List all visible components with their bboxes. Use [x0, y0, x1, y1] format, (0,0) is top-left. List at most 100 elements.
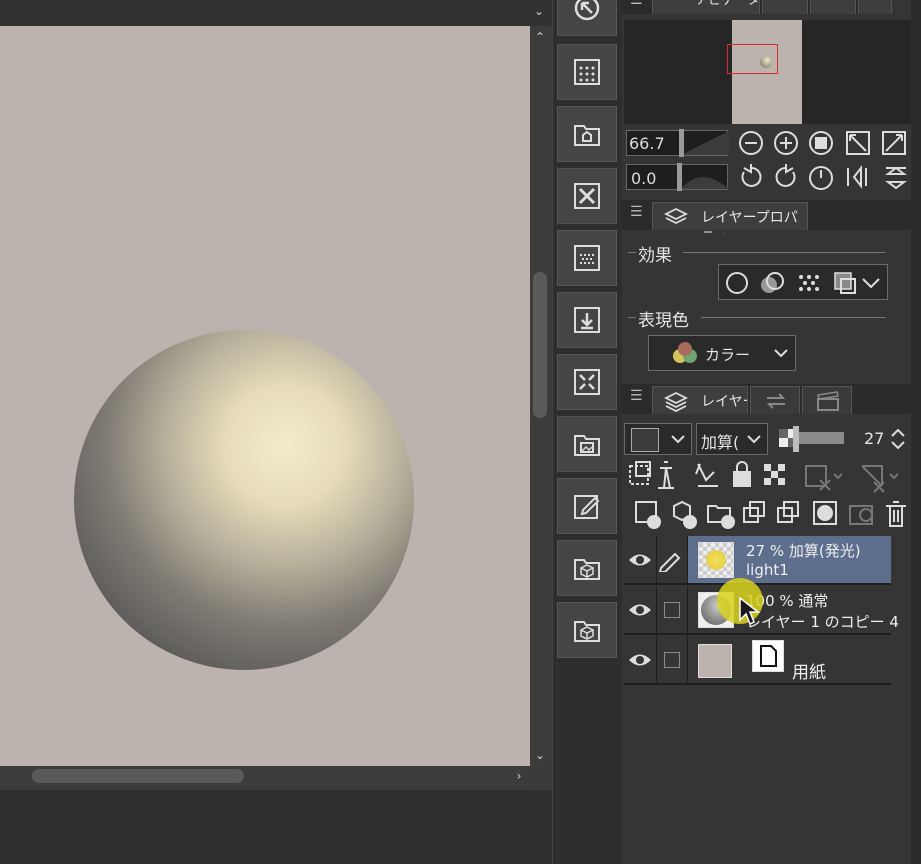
reference-layer-icon: [658, 461, 674, 489]
scroll-right-icon[interactable]: ›: [510, 767, 528, 785]
tab-history[interactable]: [750, 386, 800, 414]
blend-mode-select[interactable]: 加算(: [696, 423, 768, 455]
navigator-preview[interactable]: [624, 20, 911, 124]
tab-navigator[interactable]: ナビゲーター: [652, 0, 760, 14]
edit-pencil-icon: [574, 495, 600, 519]
layer-name: 用紙: [792, 663, 826, 683]
canvas-paper[interactable]: [0, 26, 530, 766]
navigator-view-frame[interactable]: [727, 44, 778, 74]
effect-icons: [726, 272, 880, 294]
navigate-icon: [574, 0, 600, 21]
blend-mode-value: 加算(: [701, 433, 740, 452]
visibility-toggle[interactable]: [624, 636, 656, 683]
history-icon: [766, 393, 786, 409]
chevron-down-icon: [747, 435, 761, 444]
layer-property-icon: [663, 207, 689, 225]
import-down-icon: [574, 307, 600, 333]
expand-tool-button[interactable]: [557, 354, 617, 410]
folder-tool-button[interactable]: [557, 106, 617, 162]
layer-row-paper[interactable]: 用紙: [624, 636, 891, 685]
pattern-tool-button[interactable]: [557, 230, 617, 286]
layer-lock-toolbar: [629, 461, 899, 493]
zoom-slider-ramp: [681, 131, 729, 155]
menu-grip-icon[interactable]: ☰: [630, 388, 643, 404]
flip-horizontal-icon: [847, 165, 867, 189]
flip-vertical-icon: [885, 166, 907, 190]
scroll-down-icon[interactable]: ⌄: [531, 746, 549, 764]
edit-target-checkbox[interactable]: [664, 602, 680, 618]
navigator-tabbar: ☰ ナビゲーター: [622, 0, 892, 14]
ruler-disabled-icon: [861, 465, 883, 487]
tab-item-bank[interactable]: [810, 0, 856, 14]
layers-tabbar: ☰ レイヤー: [622, 384, 911, 414]
visibility-toggle[interactable]: [624, 536, 656, 583]
opacity-value[interactable]: 27: [864, 429, 884, 448]
menu-grip-icon[interactable]: ☰: [630, 0, 643, 8]
navigate-tool-button[interactable]: [557, 0, 617, 36]
layer-name: light1: [746, 561, 789, 579]
rotation-slider[interactable]: 0.0: [626, 163, 729, 191]
clapperboard-icon: [817, 391, 839, 411]
effect-label: 効果: [638, 246, 672, 266]
3d-tool-button-2[interactable]: [557, 602, 617, 658]
tone-tool-button[interactable]: [557, 44, 617, 100]
zoom-slider-handle[interactable]: [679, 129, 684, 157]
tab-layers-label: レイヤー: [701, 394, 747, 410]
color-mode-value: カラー: [705, 346, 751, 364]
stepper-icon[interactable]: [890, 428, 906, 450]
sphere-artwork: [74, 330, 414, 670]
paper-color-thumbnail: [698, 644, 732, 678]
3d-tool-button-1[interactable]: [557, 540, 617, 596]
edit-tool-button[interactable]: [557, 478, 617, 534]
eye-icon: [629, 654, 651, 665]
lock-icon: [733, 471, 751, 487]
zoom-value[interactable]: 66.7: [629, 134, 665, 153]
layer-row-light1[interactable]: 27 % 加算(発光) light1: [624, 536, 891, 585]
halftone-grid-icon: [574, 59, 600, 85]
opacity-slider-handle[interactable]: [793, 426, 799, 452]
paper-thumbnail: [752, 640, 784, 672]
rotation-slider-handle[interactable]: [677, 163, 682, 191]
import-tool-button[interactable]: [557, 292, 617, 348]
rotation-slider-ramp: [681, 177, 729, 189]
opacity-slider[interactable]: [798, 432, 844, 444]
close-x-icon: [574, 183, 600, 209]
tool-strip: [552, 0, 623, 864]
border-effect-icon: [726, 272, 748, 294]
rule: [628, 317, 636, 318]
paper-icon: [760, 645, 777, 667]
tab-subview[interactable]: [762, 0, 808, 14]
canvas-top-bar: ⌄: [0, 0, 552, 26]
layer-color-select[interactable]: [624, 423, 692, 455]
color-mode-icon: [673, 342, 697, 363]
lock-transparency-icon: [764, 464, 785, 485]
edit-target-checkbox[interactable]: [664, 652, 680, 668]
horizontal-scroll-thumb[interactable]: [32, 769, 244, 783]
visibility-toggle[interactable]: [624, 586, 656, 633]
rule: [701, 317, 886, 318]
rule: [683, 252, 886, 253]
menu-grip-icon[interactable]: ☰: [630, 204, 643, 220]
glow-thumbnail: [706, 550, 726, 570]
eye-icon: [629, 604, 651, 615]
rotation-value[interactable]: 0.0: [631, 169, 656, 188]
panel-edge: [911, 0, 921, 864]
tab-info[interactable]: [858, 0, 892, 14]
top-chevron-icon[interactable]: ⌄: [530, 2, 548, 20]
scroll-up-icon[interactable]: ⌃: [531, 28, 549, 46]
layer-property-tabbar: ☰ レイヤープロパティ: [622, 200, 911, 246]
tab-layer-property[interactable]: レイヤープロパティ: [652, 202, 808, 246]
dot-pattern-icon: [574, 245, 600, 271]
zoom-slider[interactable]: 66.7: [626, 129, 729, 157]
pencil-icon[interactable]: [657, 548, 683, 572]
delete-tool-button[interactable]: [557, 168, 617, 224]
color-mode-select[interactable]: カラー: [648, 335, 796, 371]
vertical-scroll-thumb[interactable]: [533, 272, 547, 418]
tab-layers[interactable]: レイヤー: [652, 386, 748, 414]
navigator-controls: [739, 131, 907, 190]
image-tool-button[interactable]: [557, 416, 617, 472]
layer-name: レイヤー 1 のコピー 4: [746, 613, 899, 631]
tab-animation[interactable]: [802, 386, 852, 414]
chevron-down-icon: [862, 278, 880, 289]
layer-color-icon: [834, 272, 852, 290]
